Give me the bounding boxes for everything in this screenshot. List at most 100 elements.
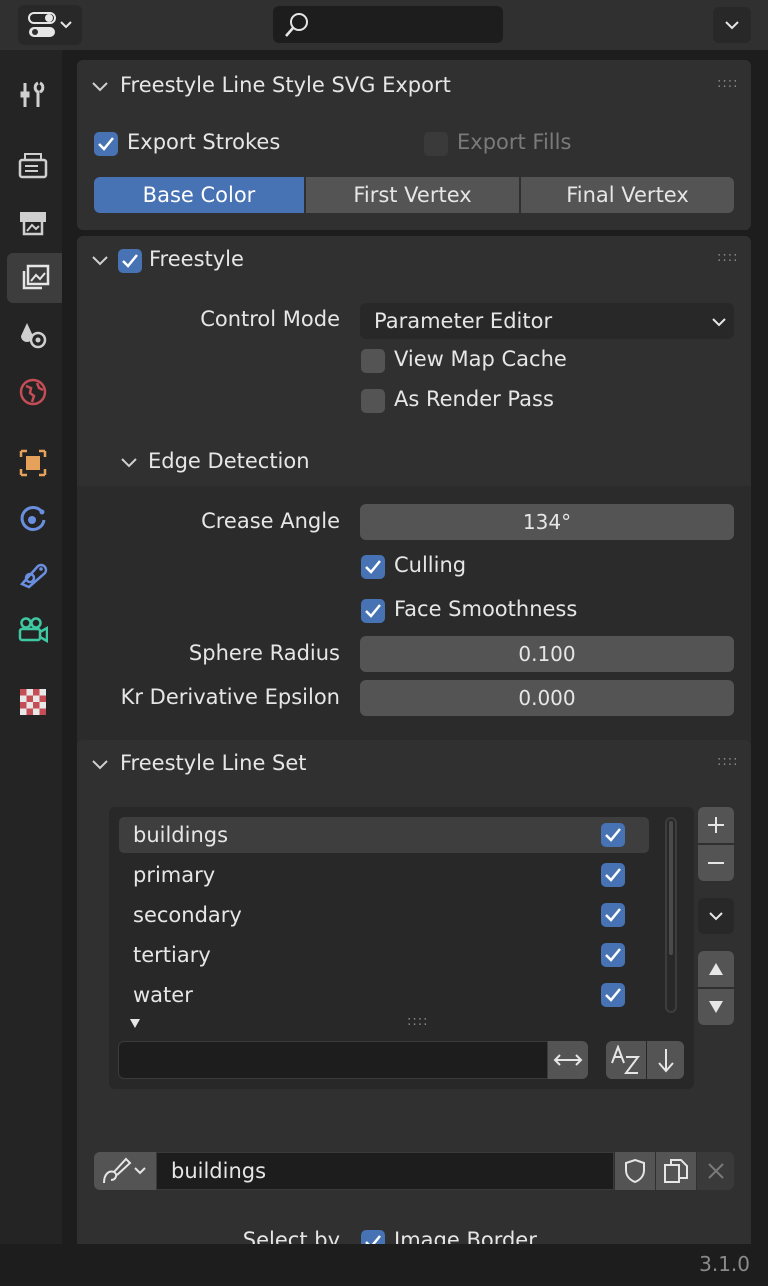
control-mode-label: Control Mode [200, 307, 340, 331]
image-border-label: Image Border [394, 1228, 537, 1244]
checkmark-icon [122, 254, 138, 268]
chevron-down-icon[interactable] [90, 77, 110, 97]
view-map-cache-checkbox[interactable] [361, 349, 385, 373]
crease-angle-label: Crease Angle [201, 509, 340, 533]
crease-angle-field[interactable]: 134° [360, 504, 734, 540]
chevron-down-icon [712, 318, 726, 327]
tab-output[interactable] [7, 197, 59, 247]
move-down-button[interactable] [698, 989, 734, 1025]
panel-title[interactable]: Freestyle Line Style SVG Export [120, 73, 451, 97]
tab-physics[interactable] [7, 494, 59, 544]
tab-texture[interactable] [7, 677, 59, 727]
search-icon [285, 13, 308, 37]
tab-world[interactable] [7, 367, 59, 417]
filter-invert-button[interactable] [548, 1041, 588, 1079]
triangle-up-icon [709, 963, 723, 975]
lineset-specials-dropdown[interactable] [698, 898, 734, 934]
tab-camera-data[interactable] [7, 606, 59, 656]
svg-export-panel: Freestyle Line Style SVG Export :::: Exp… [77, 60, 751, 230]
sphere-radius-field[interactable]: 0.100 [360, 636, 734, 672]
list-item[interactable]: secondary [119, 897, 649, 933]
tab-object[interactable] [7, 438, 59, 488]
kr-derivative-epsilon-label: Kr Derivative Epsilon [120, 685, 340, 709]
checkmark-icon [365, 560, 381, 574]
fake-user-button[interactable] [615, 1152, 655, 1190]
duplicate-linestyle-button[interactable] [656, 1152, 696, 1190]
tab-scene[interactable] [7, 310, 59, 360]
list-item-checkbox[interactable] [601, 983, 625, 1007]
panel-title[interactable]: Freestyle [149, 247, 244, 271]
list-item-checkbox[interactable] [601, 863, 625, 887]
list-item-label: tertiary [133, 943, 211, 967]
image-border-checkbox[interactable] [361, 1230, 385, 1244]
as-render-pass-label: As Render Pass [394, 387, 554, 411]
chevron-down-icon [709, 912, 723, 921]
export-fills-label: Export Fills [457, 130, 572, 154]
output-icon [20, 212, 46, 236]
linestyle-browse-button[interactable] [94, 1152, 156, 1190]
drag-grip-icon[interactable]: :::: [717, 76, 739, 91]
list-item-checkbox[interactable] [601, 823, 625, 847]
culling-checkbox[interactable] [361, 555, 385, 579]
editor-type-button[interactable] [18, 5, 82, 45]
resize-grip-icon[interactable]: :::: [407, 1014, 429, 1029]
list-item[interactable]: primary [119, 857, 649, 893]
camera-icon [18, 617, 48, 644]
tab-tool[interactable] [7, 70, 59, 120]
line-set-list: buildings primary secondary tertiary wat… [109, 807, 694, 1089]
header-dropdown-button[interactable] [713, 7, 751, 43]
tab-render[interactable] [7, 140, 59, 190]
drag-grip-icon[interactable]: :::: [717, 250, 739, 265]
mode-final-vertex-button[interactable]: Final Vertex [521, 177, 734, 213]
freestyle-panel: Freestyle :::: Control Mode Parameter Ed… [77, 236, 751, 782]
chevron-down-icon[interactable] [90, 755, 110, 775]
face-smoothness-label: Face Smoothness [394, 597, 578, 621]
version-label: 3.1.0 [699, 1252, 750, 1276]
drag-grip-icon[interactable]: :::: [717, 754, 739, 769]
list-item-label: primary [133, 863, 216, 887]
checkmark-icon [605, 828, 621, 842]
tool-icon [20, 81, 45, 107]
chevron-down-icon [725, 21, 739, 30]
unlink-linestyle-button[interactable] [697, 1152, 734, 1190]
sphere-radius-label: Sphere Radius [188, 641, 340, 665]
sort-reverse-button[interactable] [647, 1041, 684, 1079]
properties-tabs-sidebar [0, 50, 62, 1244]
minus-icon [708, 862, 724, 864]
control-mode-dropdown[interactable]: Parameter Editor [360, 303, 734, 339]
export-strokes-checkbox[interactable] [94, 132, 118, 156]
move-up-button[interactable] [698, 951, 734, 987]
as-render-pass-checkbox[interactable] [361, 389, 385, 413]
list-item[interactable]: water [119, 977, 649, 1013]
remove-lineset-button[interactable] [698, 845, 734, 881]
chevron-down-icon[interactable] [90, 251, 110, 271]
list-item-checkbox[interactable] [601, 943, 625, 967]
sort-alpha-button[interactable] [606, 1041, 646, 1079]
list-item-checkbox[interactable] [601, 903, 625, 927]
editor-type-icon [28, 12, 72, 37]
kr-derivative-epsilon-field[interactable]: 0.000 [360, 680, 734, 716]
scrollbar-thumb[interactable] [669, 821, 673, 955]
add-lineset-button[interactable] [698, 807, 734, 843]
list-item[interactable]: tertiary [119, 937, 649, 973]
freestyle-enable-checkbox[interactable] [118, 249, 142, 273]
edge-detection-title[interactable]: Edge Detection [148, 449, 310, 473]
object-icon [19, 449, 47, 477]
chevron-down-icon[interactable] [119, 453, 139, 473]
export-fills-checkbox[interactable] [424, 132, 448, 156]
face-smoothness-checkbox[interactable] [361, 599, 385, 623]
list-item-label: secondary [133, 903, 242, 927]
tab-view-layer[interactable] [7, 253, 62, 303]
list-scrollbar[interactable] [665, 817, 677, 1013]
mode-first-vertex-button[interactable]: First Vertex [306, 177, 519, 213]
panel-title[interactable]: Freestyle Line Set [120, 751, 307, 775]
checkmark-icon [605, 948, 621, 962]
filter-toggle-triangle-icon[interactable] [129, 1017, 141, 1029]
mode-base-color-button[interactable]: Base Color [94, 177, 304, 213]
checkmark-icon [605, 988, 621, 1002]
tab-constraints[interactable] [7, 550, 59, 600]
linestyle-name-field[interactable]: buildings [156, 1152, 614, 1190]
filter-input[interactable] [118, 1041, 548, 1079]
search-field[interactable] [273, 6, 503, 43]
list-item[interactable]: buildings [119, 817, 649, 853]
